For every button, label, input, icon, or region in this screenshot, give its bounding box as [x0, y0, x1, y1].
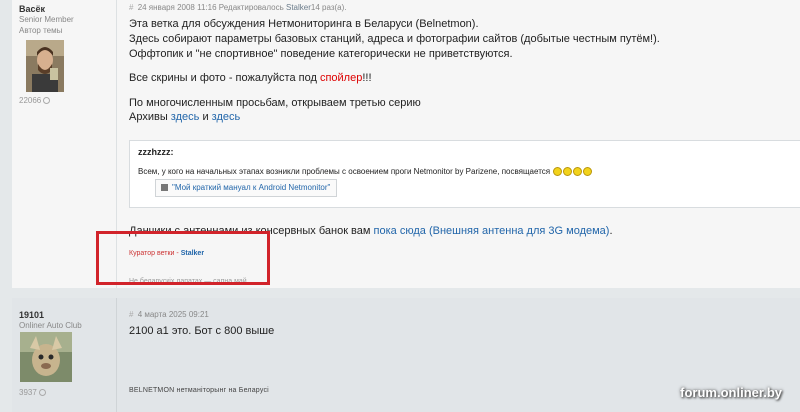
manual-link-button[interactable]: "Мой краткий мануал к Android Netmonitor… [155, 179, 338, 197]
hash-icon[interactable]: # [129, 3, 133, 12]
smiley-icon [563, 167, 573, 177]
hash-icon[interactable]: # [129, 310, 133, 319]
post-author-panel: 19101 Onliner Auto Club 3937 [12, 298, 117, 412]
antenna-link-3g[interactable]: (Внешняя антенна для 3G модема) [429, 225, 610, 237]
reputation-icon [38, 389, 46, 397]
post-text: 2100 a1 это. Бот с 800 выше [129, 325, 275, 337]
author-rank: Senior Member [19, 15, 74, 24]
highlight-box [96, 231, 270, 285]
edited-label: Редактировалось [218, 3, 284, 12]
post-line-spoiler: Все скрины и фото - пожалуйста под спойл… [129, 72, 372, 84]
post-line-1: Эта ветка для обсуждения Нетмониторинга … [129, 18, 479, 30]
author-name[interactable]: 19101 [19, 310, 44, 320]
site-watermark: forum.onliner.by [680, 385, 782, 400]
smiley-icon [573, 167, 583, 177]
book-icon [161, 184, 168, 192]
post-line-archives: Архивы здесь и здесь [129, 111, 241, 123]
author-post-count: 22066 [19, 96, 51, 105]
smiley-icon [583, 167, 593, 177]
smiley-icon [553, 167, 563, 177]
author-topic-starter: Автор темы [19, 26, 63, 35]
post-line-series: По многочисленным просьбам, открываем тр… [129, 97, 421, 109]
author-name[interactable]: Васёк [19, 4, 45, 14]
antenna-link-here[interactable]: пока сюда [374, 225, 426, 237]
post-line-2: Здесь собирают параметры базовых станций… [129, 33, 660, 45]
avatar[interactable] [26, 40, 64, 92]
quote-author: zzzhzzz: [138, 147, 174, 157]
reputation-icon [43, 97, 51, 105]
post-date[interactable]: 4 марта 2025 09:21 [138, 310, 209, 319]
editor-name[interactable]: Stalker [286, 3, 311, 12]
post-date[interactable]: 24 января 2008 11:16 [138, 3, 217, 12]
post-line-3: Оффтопик и "не спортивное" поведение кат… [129, 48, 513, 60]
avatar[interactable] [20, 332, 72, 382]
quote-text: Всем, у кого на начальных этапах возникл… [138, 167, 593, 177]
post-signature: BELNETMON нетманіторынг на Беларусі [129, 387, 269, 394]
post-meta: # 24 января 2008 11:16 Редактировалось S… [129, 3, 347, 12]
author-rank: Onliner Auto Club [19, 321, 82, 330]
archive-link-1[interactable]: здесь [171, 111, 200, 123]
edit-count: 14 раз(а). [310, 3, 347, 12]
archive-link-2[interactable]: здесь [212, 111, 241, 123]
author-post-count: 3937 [19, 388, 46, 397]
spoiler-word: спойлер [319, 72, 363, 84]
post-separator [12, 288, 800, 298]
post-meta: # 4 марта 2025 09:21 [129, 310, 209, 319]
page-left-margin [0, 0, 12, 412]
quote-block: zzzhzzz: Всем, у кого на начальных этапа… [129, 140, 800, 208]
